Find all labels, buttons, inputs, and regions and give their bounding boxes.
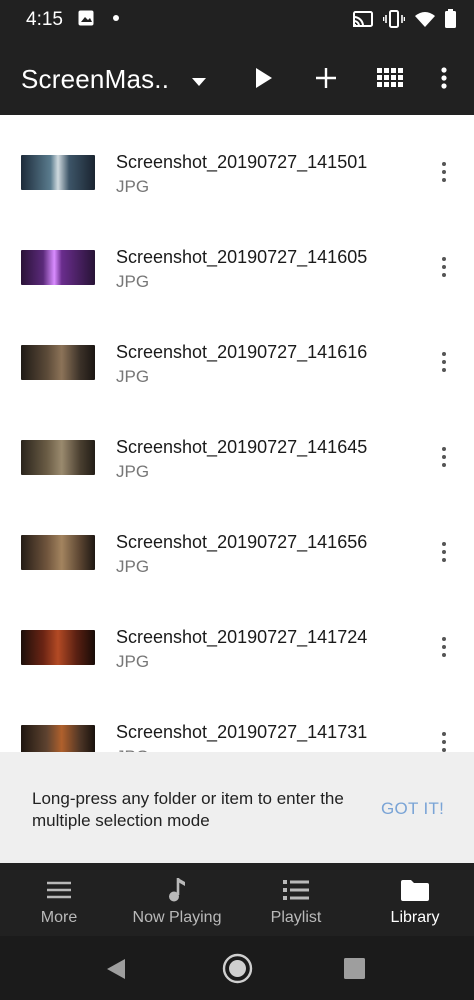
file-name: Screenshot_20190727_141616 [116,342,368,362]
list-item[interactable]: Screenshot_20190727_141645 JPG [0,410,474,505]
more-vert-icon[interactable] [428,62,460,94]
status-bar: 4:15 [0,0,474,40]
recents-icon[interactable] [344,958,365,979]
file-type: JPG [116,652,150,671]
music-note-icon [118,877,236,903]
nav-label: Library [390,909,440,926]
app-bar: ScreenMas.. [0,40,474,115]
playlist-icon [237,877,355,903]
app-title: ScreenMas.. [21,64,170,94]
list-item[interactable]: Screenshot_20190727_141605 JPG [0,220,474,315]
nav-label: More [40,909,78,926]
nav-playlist[interactable]: Playlist [237,863,355,936]
nav-more[interactable]: More [0,863,118,936]
back-icon[interactable] [106,958,126,980]
wifi-icon [415,11,435,27]
thumbnail [21,440,95,475]
thumbnail [21,630,95,665]
file-name: Screenshot_20190727_141731 [116,722,368,742]
thumbnail [21,345,95,380]
image-icon [78,10,94,26]
file-type: JPG [116,557,150,576]
file-name: Screenshot_20190727_141724 [116,627,368,647]
file-name: Screenshot_20190727_141656 [116,532,368,552]
battery-icon [445,9,456,28]
snackbar-message: Long-press any folder or item to enter t… [32,789,344,830]
thumbnail [21,535,95,570]
nav-now-playing[interactable]: Now Playing [118,863,236,936]
list-item[interactable]: Screenshot_20190727_141501 JPG [0,125,474,220]
nav-label: Playlist [270,909,322,926]
more-vert-icon[interactable] [434,157,454,187]
file-type: JPG [116,462,150,481]
file-name: Screenshot_20190727_141501 [116,152,368,172]
more-vert-icon[interactable] [434,252,454,282]
more-vert-icon[interactable] [434,632,454,662]
file-type: JPG [116,367,150,386]
file-list: Screenshot_20190727_141501 JPG Screensho… [0,115,474,752]
snackbar: Long-press any folder or item to enter t… [0,752,474,863]
status-time: 4:15 [26,9,63,30]
more-vert-icon[interactable] [434,727,454,752]
play-icon[interactable] [248,62,280,94]
file-name: Screenshot_20190727_141645 [116,437,368,457]
file-name: Screenshot_20190727_141605 [116,247,368,267]
home-icon[interactable] [222,953,253,984]
more-vert-icon[interactable] [434,442,454,472]
system-nav-bar [0,936,474,1000]
nav-label: Now Playing [132,909,222,926]
vibrate-icon [383,9,405,28]
thumbnail [21,725,95,752]
list-item[interactable]: Screenshot_20190727_141656 JPG [0,505,474,600]
chevron-down-icon[interactable] [192,73,206,91]
thumbnail [21,250,95,285]
got-it-button[interactable]: GOT IT! [381,799,444,819]
cast-icon [353,10,373,27]
add-icon[interactable] [310,62,342,94]
list-item[interactable]: Screenshot_20190727_141724 JPG [0,600,474,695]
more-vert-icon[interactable] [434,347,454,377]
nav-library[interactable]: Library [356,863,474,936]
list-item[interactable]: Screenshot_20190727_141731 JPG [0,695,474,752]
notification-dot-icon [113,15,119,21]
file-type: JPG [116,177,150,196]
grid-icon[interactable] [374,62,406,94]
file-type: JPG [116,272,150,291]
thumbnail [21,155,95,190]
folder-icon [356,877,474,903]
more-vert-icon[interactable] [434,537,454,567]
menu-icon [0,877,118,903]
bottom-nav: More Now Playing Playlist Library [0,863,474,936]
list-item[interactable]: Screenshot_20190727_141616 JPG [0,315,474,410]
